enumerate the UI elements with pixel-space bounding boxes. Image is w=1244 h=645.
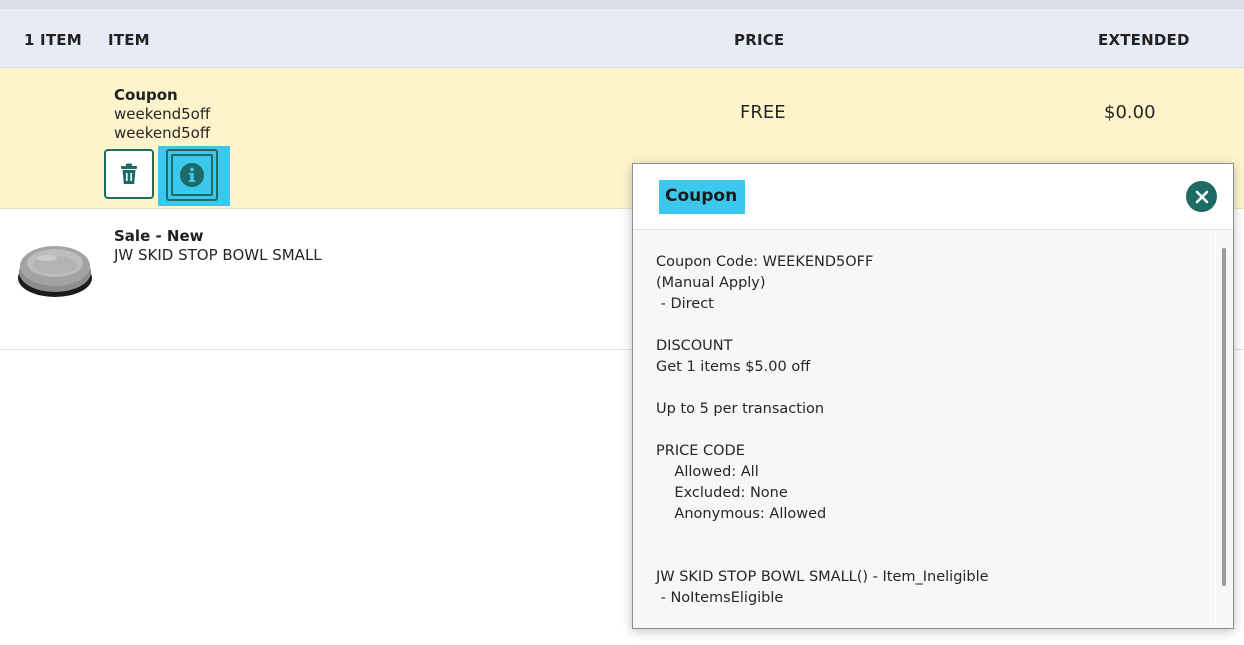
item-sale-label: Sale - New	[114, 227, 204, 245]
delete-coupon-button[interactable]	[104, 149, 154, 199]
discount-text: Get 1 items $5.00 off	[656, 359, 811, 375]
coupon-code-line: weekend5off	[114, 124, 211, 142]
trash-icon	[121, 163, 137, 184]
price-code-heading: PRICE CODE	[656, 443, 745, 459]
limit-text: Up to 5 per transaction	[656, 401, 825, 417]
item-description: JW SKID STOP BOWL SMALL	[114, 246, 322, 264]
cart-header: 1 ITEM ITEM PRICE EXTENDED	[0, 9, 1244, 68]
price-code-excluded: Excluded: None	[656, 485, 788, 501]
coupon-code-line: weekend5off	[114, 105, 211, 123]
coupon-details-modal: Coupon Coupon Code: WEEKEND5OFF (Manual …	[632, 163, 1234, 629]
info-icon	[180, 163, 204, 187]
item-count-header: 1 ITEM	[24, 31, 82, 49]
coupon-info-button[interactable]	[166, 149, 218, 201]
modal-header: Coupon	[633, 164, 1233, 230]
price-column-header: PRICE	[734, 31, 785, 49]
info-button-frame	[171, 154, 213, 196]
coupon-extended: $0.00	[1104, 102, 1156, 123]
modal-scrollbar-thumb[interactable]	[1222, 248, 1226, 586]
coupon-name: Coupon	[114, 86, 178, 104]
item-eligibility-text: JW SKID STOP BOWL SMALL() - Item_Ineligi…	[656, 569, 989, 585]
close-modal-button[interactable]	[1186, 181, 1217, 212]
price-code-anonymous: Anonymous: Allowed	[656, 506, 827, 522]
coupon-price: FREE	[740, 102, 786, 123]
apply-source-text: - Direct	[656, 296, 714, 312]
item-eligibility-reason: - NoItemsEligible	[656, 590, 784, 606]
modal-scrollbar[interactable]	[1216, 230, 1233, 628]
bowl-image	[18, 246, 92, 297]
item-column-header: ITEM	[108, 31, 150, 49]
modal-title: Coupon	[665, 186, 738, 206]
apply-mode-text: (Manual Apply)	[656, 275, 766, 291]
top-strip	[0, 0, 1244, 9]
price-code-allowed: Allowed: All	[656, 464, 759, 480]
coupon-code-text: Coupon Code: WEEKEND5OFF	[656, 254, 874, 270]
discount-heading: DISCOUNT	[656, 338, 733, 354]
modal-body: Coupon Code: WEEKEND5OFF (Manual Apply) …	[633, 230, 1215, 628]
close-icon	[1195, 190, 1208, 203]
extended-column-header: EXTENDED	[1098, 31, 1190, 49]
